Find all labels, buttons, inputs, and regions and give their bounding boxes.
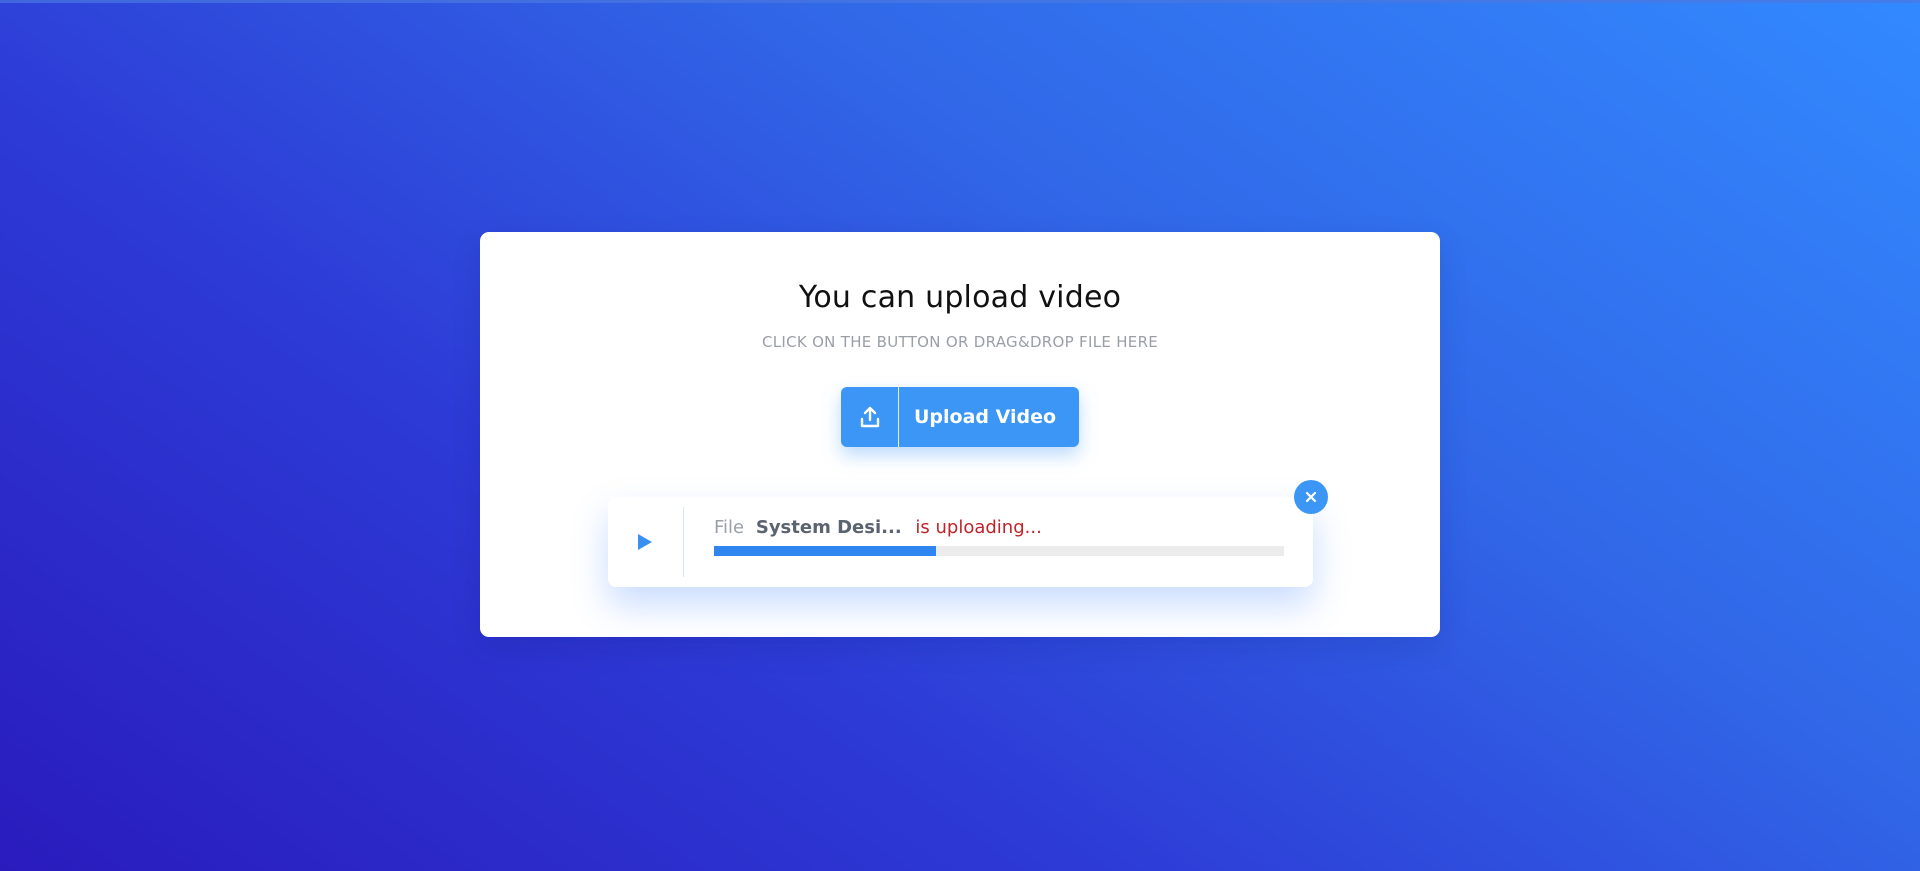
upload-video-button[interactable]: Upload Video xyxy=(841,387,1079,447)
upload-status: is uploading... xyxy=(915,517,1042,538)
page-title: You can upload video xyxy=(798,280,1122,315)
uploading-file-item: File System Desi... is uploading... xyxy=(608,497,1313,587)
file-name: System Desi... xyxy=(755,517,902,538)
upload-progress-fill xyxy=(714,546,937,556)
top-edge-line xyxy=(0,0,1920,3)
upload-card: You can upload video CLICK ON THE BUTTON… xyxy=(480,232,1440,637)
item-divider xyxy=(683,507,684,577)
upload-progress-bar xyxy=(714,546,1284,556)
upload-video-button-label: Upload Video xyxy=(913,406,1057,428)
close-icon[interactable] xyxy=(1294,480,1328,514)
file-status-line: File System Desi... is uploading... xyxy=(714,517,1042,538)
play-icon[interactable] xyxy=(630,525,660,559)
upload-instructions: CLICK ON THE BUTTON OR DRAG&DROP FILE HE… xyxy=(761,333,1159,351)
file-label: File xyxy=(714,517,745,538)
upload-icon xyxy=(841,387,899,447)
